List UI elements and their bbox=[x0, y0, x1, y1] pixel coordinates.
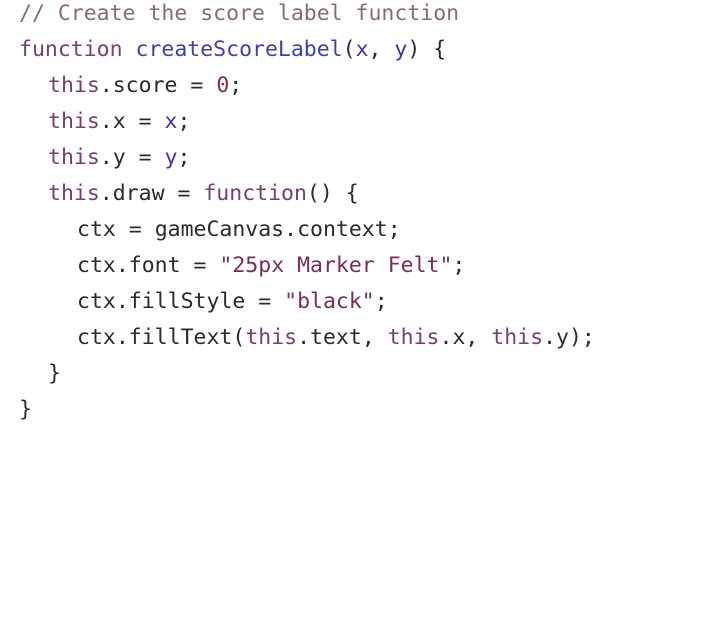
method-filltext: fillText bbox=[128, 325, 233, 350]
property-draw: draw bbox=[112, 181, 165, 206]
this-keyword: this bbox=[48, 109, 100, 134]
keyword-function: function bbox=[19, 37, 123, 62]
code-line-2: function createScoreLabel(x, y) { bbox=[19, 37, 447, 62]
code-line-10: ctx.fillText(this.text, this.x, this.y); bbox=[77, 325, 595, 350]
param-x: x bbox=[355, 37, 369, 62]
this-keyword: this bbox=[245, 325, 298, 350]
this-keyword: this bbox=[48, 145, 100, 170]
string-font: "25px Marker Felt" bbox=[219, 253, 453, 278]
variable-ctx: ctx bbox=[77, 217, 116, 242]
code-line-9: ctx.fillStyle = "black"; bbox=[77, 289, 388, 314]
number-literal: 0 bbox=[216, 73, 230, 98]
code-line-7: ctx = gameCanvas.context; bbox=[77, 217, 401, 242]
code-line-12: } bbox=[19, 392, 32, 428]
string-black: "black" bbox=[284, 289, 375, 314]
code-line-3: this.score = 0; bbox=[48, 73, 243, 98]
close-brace: } bbox=[19, 397, 32, 422]
this-keyword: this bbox=[387, 325, 440, 350]
this-keyword: this bbox=[48, 181, 100, 206]
property-text: text bbox=[310, 325, 362, 350]
code-line-6: this.draw = function() { bbox=[48, 181, 359, 206]
keyword-function: function bbox=[203, 181, 307, 206]
this-keyword: this bbox=[48, 73, 100, 98]
code-line-5: this.y = y; bbox=[48, 145, 191, 170]
property-x: x bbox=[452, 325, 466, 350]
variable-ctx: ctx bbox=[77, 253, 116, 278]
property-x: x bbox=[112, 109, 126, 134]
property-fillstyle: fillStyle bbox=[128, 289, 246, 314]
code-line-1: // Create the score label function bbox=[19, 0, 459, 32]
property-y: y bbox=[112, 145, 126, 170]
code-block: // Create the score label function funct… bbox=[0, 0, 702, 426]
code-line-4: this.x = x; bbox=[48, 109, 191, 134]
property-y: y bbox=[556, 325, 569, 350]
function-name: createScoreLabel bbox=[135, 37, 343, 62]
variable-ctx: ctx bbox=[77, 325, 116, 350]
property-font: font bbox=[128, 253, 181, 278]
comment-text: // Create the score label function bbox=[19, 1, 460, 26]
param-y: y bbox=[394, 37, 408, 62]
param-x: x bbox=[164, 109, 178, 134]
code-line-8: ctx.font = "25px Marker Felt"; bbox=[77, 253, 466, 278]
param-y: y bbox=[164, 145, 178, 170]
this-keyword: this bbox=[491, 325, 544, 350]
gamecanvas-context: gameCanvas.context bbox=[154, 217, 388, 242]
variable-ctx: ctx bbox=[77, 289, 116, 314]
property-score: score bbox=[112, 73, 178, 98]
close-brace: } bbox=[48, 361, 61, 386]
code-line-11: } bbox=[48, 356, 61, 392]
